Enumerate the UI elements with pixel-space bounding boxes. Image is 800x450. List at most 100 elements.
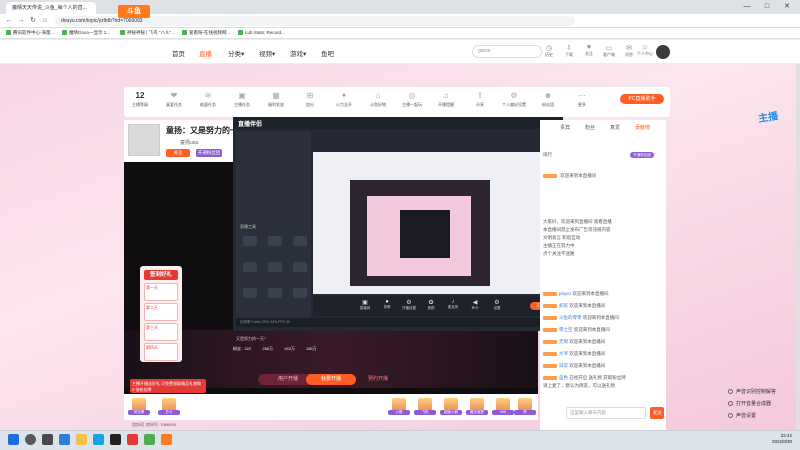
client-icon[interactable]: ▭ 客户端 <box>600 44 618 58</box>
roombar-item[interactable]: ♫ 开播提醒 <box>432 91 460 108</box>
app-icon[interactable] <box>161 434 172 445</box>
text-icon[interactable] <box>243 288 257 298</box>
promo-banner[interactable]: 主播开播送好礼 可免费领取精品礼物和 3 张粉丝牌 <box>130 379 206 393</box>
page-scrollbar[interactable] <box>796 64 800 430</box>
promo-day[interactable]: 第二天 <box>144 303 178 321</box>
pc-assistant-button[interactable]: PC直播助手 <box>620 94 664 104</box>
companion-titlebar <box>233 117 563 129</box>
roombar-item[interactable]: ▣ 主播任务 <box>228 91 256 108</box>
gift-icon: ❤ <box>170 91 178 100</box>
bookmark-item[interactable]: 爱看呀-在线视频网... <box>182 30 230 36</box>
image-icon[interactable] <box>268 288 282 298</box>
gear-icon[interactable]: ⚙ 设置 <box>490 299 504 311</box>
menu-item-voice[interactable]: 声音识别控制解答 <box>728 386 798 398</box>
bookmark-item[interactable]: 魔晴Gooo—显示 1... <box>62 30 110 36</box>
start-icon[interactable] <box>8 434 19 445</box>
video-icon[interactable] <box>293 288 307 298</box>
send-button[interactable]: 发送 <box>650 407 664 419</box>
roombar-item[interactable]: ✦ 火力全开 <box>330 91 358 108</box>
steam-icon[interactable] <box>110 434 121 445</box>
companion-control[interactable]: ▣ 直播间 <box>358 299 372 311</box>
search-icon[interactable] <box>25 434 36 445</box>
home-icon[interactable]: ⌂ <box>40 16 50 26</box>
companion-control[interactable]: ⚙ 开播设置 <box>402 299 416 311</box>
download-icon[interactable]: ⇩ 下载 <box>560 44 578 58</box>
media-icon[interactable] <box>268 262 282 272</box>
screen-capture-icon[interactable] <box>243 236 257 246</box>
widgets-icon[interactable] <box>59 434 70 445</box>
reserve-live-button[interactable]: 预约开播 <box>360 374 396 385</box>
bookmark-item[interactable]: 腾讯软件中心-海量... <box>6 30 54 36</box>
anchor-level[interactable]: 12 主播等级 <box>126 91 154 108</box>
camera-icon[interactable] <box>268 236 282 246</box>
start-live-button[interactable]: 我要开播 <box>306 374 356 385</box>
minimize-button[interactable]: — <box>737 2 757 12</box>
roombar-item[interactable]: ▦ 福利发放 <box>262 91 290 108</box>
menu-item-volume-mixer[interactable]: 打开音量合成器 <box>728 398 798 410</box>
close-window-button[interactable]: ✕ <box>777 2 797 12</box>
follow-icon[interactable]: ♥ 关注 <box>580 44 598 57</box>
fans-icon: ☻ <box>543 91 553 100</box>
site-logo[interactable]: 斗鱼 <box>118 5 150 18</box>
fullscreen-icon[interactable] <box>243 262 257 272</box>
fan-club-button[interactable]: 开通粉丝团 <box>196 149 222 157</box>
search-input[interactable]: game <box>472 45 542 58</box>
menu-item-sound-settings[interactable]: 声音设置 <box>728 410 798 422</box>
app-icon[interactable] <box>127 434 138 445</box>
bookmark-icon <box>182 30 187 36</box>
tab-fans[interactable]: 粉丝 <box>585 124 595 131</box>
floating-badge[interactable]: 主播 <box>758 108 786 144</box>
promo-day[interactable]: 第四天 <box>144 343 178 361</box>
roombar-item[interactable]: ⌂ 斗鱼好物 <box>364 91 392 108</box>
speaker-icon[interactable]: ◀ 声卡 <box>468 299 482 311</box>
companion-control[interactable]: ● 录像 <box>380 299 394 310</box>
maximize-button[interactable]: □ <box>757 2 777 12</box>
window-icon[interactable] <box>293 262 307 272</box>
tab-contribution[interactable]: 贡献榜 <box>635 124 650 131</box>
roombar-item[interactable]: ☻ 粉丝团 <box>534 91 562 108</box>
streamer-name[interactable]: 童扬uuu <box>180 139 198 146</box>
streamer-avatar[interactable] <box>128 124 160 156</box>
avatar[interactable] <box>656 45 670 59</box>
roombar-item[interactable]: ≋ 能量任务 <box>194 91 222 108</box>
tab-vip[interactable]: 贵宾 <box>560 124 570 131</box>
companion-control[interactable]: ✿ 美颜 <box>424 299 438 311</box>
gift-label: 火箭 <box>388 410 410 415</box>
app-icon[interactable] <box>144 434 155 445</box>
roombar-item[interactable]: ⋯ 更多 <box>568 91 596 108</box>
task-icon: ▣ <box>238 91 246 100</box>
task-view-icon[interactable] <box>42 434 53 445</box>
roombar-item[interactable]: ⊞ 加分 <box>296 91 324 108</box>
clock[interactable]: 22:42 2022/8/30 <box>758 433 792 445</box>
edge-icon[interactable] <box>93 434 104 445</box>
tab-true-love[interactable]: 真爱 <box>610 124 620 131</box>
promo-day[interactable]: 第三天 <box>144 323 178 341</box>
roombar-item[interactable]: ◎ 主播一起玩 <box>398 91 426 108</box>
browser-tab[interactable]: 魔晴天天传说_斗鱼_每个人的直... <box>6 2 96 14</box>
nav-game[interactable]: 游戏▾ <box>290 48 306 58</box>
history-icon[interactable]: ◷ 历史 <box>540 44 558 58</box>
roombar-item[interactable]: ⚙ 个人偏好设置 <box>500 91 528 108</box>
microphone-icon[interactable]: ♪ 麦克风 <box>446 299 460 310</box>
follow-button[interactable]: 关注 <box>166 149 190 157</box>
user-icon[interactable]: ☺ 个人中心 <box>636 44 654 57</box>
roombar-item[interactable]: ❤ 真爱任务 <box>160 91 188 108</box>
chat-input[interactable]: 这里输入聊天内容 <box>566 407 646 419</box>
nav-video[interactable]: 视频▾ <box>259 48 275 58</box>
game-icon[interactable] <box>293 236 307 246</box>
nav-home[interactable]: 首页 <box>172 48 185 58</box>
back-icon[interactable]: ← <box>4 16 14 26</box>
bookmark-item[interactable]: 神秘神秘 | 飞鸟 "ハル"... <box>120 30 175 36</box>
promo-day[interactable]: 第一天 <box>144 283 178 301</box>
nav-category[interactable]: 分类▾ <box>228 48 244 58</box>
reload-icon[interactable]: ↻ <box>28 16 38 26</box>
file-explorer-icon[interactable] <box>76 434 87 445</box>
nav-yuba[interactable]: 鱼吧 <box>321 48 334 58</box>
bookmark-item[interactable]: Lub Stats: Record... <box>238 30 285 36</box>
nav-live[interactable]: 直播 <box>199 48 212 58</box>
fan-club-badge[interactable]: 开通粉丝团 <box>630 152 654 158</box>
chat-line: 无锡 欢迎来到本直播间 <box>543 338 663 345</box>
roombar-item[interactable]: ⇪ 分享 <box>466 91 494 108</box>
forward-icon[interactable]: → <box>16 16 26 26</box>
companion-tool-label: 直播工具 <box>240 224 256 229</box>
